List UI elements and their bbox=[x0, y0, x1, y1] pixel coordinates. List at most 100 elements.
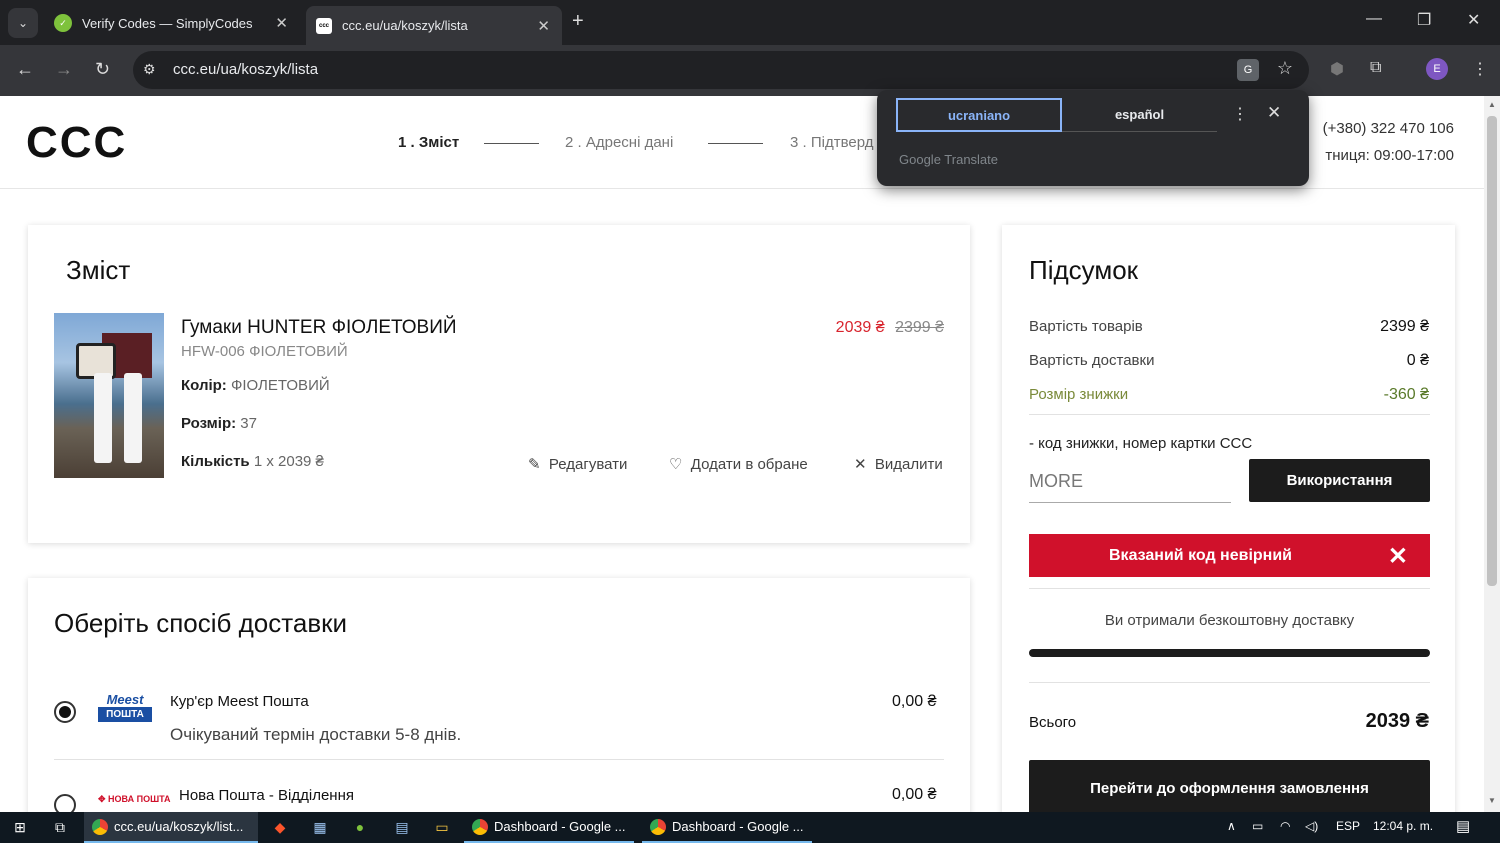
ccc-logo[interactable]: CCC bbox=[26, 118, 127, 168]
summary-row-shipping: Вартість доставки 0 ₴ bbox=[1029, 352, 1429, 369]
close-icon: ✕ bbox=[854, 456, 867, 473]
profile-avatar[interactable]: E bbox=[1426, 58, 1448, 80]
brave-icon[interactable]: ◆ bbox=[270, 817, 290, 837]
divider bbox=[54, 759, 944, 760]
windows-start-icon[interactable]: ⊞ bbox=[10, 817, 30, 837]
taskbar-app-chrome[interactable]: ccc.eu/ua/koszyk/list... bbox=[84, 812, 258, 843]
summary-heading: Підсумок bbox=[1029, 255, 1139, 285]
product-color: Колір: ФІОЛЕТОВИЙ bbox=[181, 377, 330, 394]
clock[interactable]: 12:04 p. m. bbox=[1373, 819, 1433, 833]
wifi-icon[interactable]: ◠ bbox=[1280, 819, 1290, 833]
shipping-option-name: Нова Пошта - Відділення bbox=[179, 787, 354, 804]
site-settings-icon[interactable]: ⚙ bbox=[143, 61, 156, 78]
promo-code-input[interactable] bbox=[1029, 461, 1231, 503]
address-bar[interactable]: ⚙ ccc.eu/ua/koszyk/lista G ☆ bbox=[133, 51, 1309, 89]
restore-icon[interactable]: ❐ bbox=[1417, 10, 1431, 30]
browser-tabbar: ⌄ ✓ Verify Codes — SimplyCodes ✕ ccc ccc… bbox=[0, 0, 1500, 45]
summary-total: Всього 2039 ₴ bbox=[1029, 710, 1429, 732]
battery-icon[interactable]: ▭ bbox=[1252, 819, 1263, 833]
step-divider bbox=[484, 143, 539, 144]
summary-row-discount: Розмір знижки -360 ₴ bbox=[1029, 386, 1429, 403]
shipping-card: Оберіть спосіб доставки Meest ПОШТА Кур'… bbox=[28, 578, 970, 818]
apply-promo-button[interactable]: Використання bbox=[1249, 459, 1430, 502]
simplycodes-favicon-icon: ✓ bbox=[54, 14, 72, 32]
shipping-heading: Оберіть спосіб доставки bbox=[54, 608, 348, 638]
product-name[interactable]: Гумаки HUNTER ФІОЛЕТОВИЙ bbox=[181, 317, 457, 339]
translate-popup: ucraniano español ⋮ ✕ Google Translate bbox=[877, 90, 1309, 186]
extensions-puzzle-icon[interactable]: ⧉ bbox=[1370, 59, 1381, 77]
task-view-icon[interactable]: ⧉ bbox=[50, 817, 70, 837]
page-scrollbar[interactable]: ▲ ▼ bbox=[1484, 96, 1500, 812]
product-sku: HFW-006 ФІОЛЕТОВИЙ bbox=[181, 343, 348, 360]
tab-title: Verify Codes — SimplyCodes bbox=[82, 15, 253, 31]
heart-icon: ♡ bbox=[669, 456, 683, 473]
edit-button[interactable]: ✎ Редагувати bbox=[528, 455, 627, 473]
ccc-favicon-icon: ccc bbox=[316, 17, 332, 34]
tab-search-button[interactable]: ⌄ bbox=[8, 8, 38, 38]
shipping-radio-meest[interactable] bbox=[54, 701, 76, 723]
taskbar-app-dashboard[interactable]: Dashboard - Google ... bbox=[464, 812, 634, 843]
nova-poshta-logo: ✥ НОВА ПОШТА bbox=[98, 794, 171, 804]
checkout-step-content: 1 . Зміст bbox=[398, 134, 460, 151]
chrome-icon bbox=[472, 818, 488, 835]
step-divider bbox=[708, 143, 763, 144]
source-language-tab[interactable]: ucraniano bbox=[896, 98, 1062, 132]
free-shipping-text: Ви отримали безкоштовну доставку bbox=[1104, 612, 1355, 629]
back-icon[interactable]: ← bbox=[16, 59, 34, 80]
product-image[interactable] bbox=[54, 313, 164, 478]
calculator-icon[interactable]: ▦ bbox=[310, 817, 330, 837]
target-language-tab[interactable]: español bbox=[1062, 98, 1217, 132]
checkout-step-address: 2 . Адресні дані bbox=[565, 134, 674, 151]
cart-heading: Зміст bbox=[66, 255, 131, 285]
tab-close-icon[interactable]: ✕ bbox=[537, 17, 550, 35]
forward-icon[interactable]: → bbox=[55, 59, 73, 80]
free-shipping-progress bbox=[1029, 649, 1430, 657]
browser-tab[interactable]: ✓ Verify Codes — SimplyCodes ✕ bbox=[44, 6, 300, 40]
promo-error-banner: Вказаний код невірний ✕ bbox=[1029, 534, 1430, 577]
chrome-icon bbox=[650, 818, 666, 835]
browser-tab-active[interactable]: ccc ccc.eu/ua/koszyk/lista ✕ bbox=[306, 6, 562, 45]
notifications-icon[interactable]: ▤ bbox=[1456, 817, 1470, 835]
price-current: 2039 ₴ bbox=[835, 319, 885, 336]
menu-kebab-icon[interactable]: ⋮ bbox=[1472, 59, 1488, 79]
minimize-icon[interactable]: — bbox=[1366, 10, 1382, 28]
contact-hours: тниця: 09:00-17:00 bbox=[1325, 147, 1454, 164]
extension-icon[interactable]: ⬢ bbox=[1330, 59, 1344, 79]
tab-title: ccc.eu/ua/koszyk/lista bbox=[342, 18, 468, 33]
tab-close-icon[interactable]: ✕ bbox=[275, 14, 288, 32]
reload-icon[interactable]: ↻ bbox=[95, 59, 110, 80]
summary-card: Підсумок Вартість товарів 2399 ₴ Вартість… bbox=[1002, 225, 1455, 825]
contact-phone[interactable]: (+380) 322 470 106 bbox=[1323, 120, 1454, 137]
simplycodes-icon[interactable]: ● bbox=[350, 817, 370, 837]
tray-chevron-icon[interactable]: ∧ bbox=[1227, 819, 1236, 833]
product-price: 2039 ₴ 2399 ₴ bbox=[836, 319, 944, 337]
notes-icon[interactable]: ▤ bbox=[392, 817, 412, 837]
scroll-down-icon[interactable]: ▼ bbox=[1488, 796, 1496, 805]
add-to-favorites-button[interactable]: ♡ Додати в обране bbox=[669, 455, 808, 473]
input-language[interactable]: ESP bbox=[1336, 819, 1360, 833]
scroll-up-icon[interactable]: ▲ bbox=[1488, 100, 1496, 109]
cart-content-card: Зміст Гумаки HUNTER ФІОЛЕТОВИЙ HFW-006 Ф… bbox=[28, 225, 970, 543]
promo-label: - код знижки, номер картки CCC bbox=[1029, 435, 1253, 452]
volume-icon[interactable]: ◁) bbox=[1305, 819, 1318, 833]
translate-close-icon[interactable]: ✕ bbox=[1267, 103, 1281, 123]
new-tab-button[interactable]: + bbox=[572, 10, 584, 33]
url-text[interactable]: ccc.eu/ua/koszyk/lista bbox=[173, 61, 318, 78]
shipping-option-price: 0,00 ₴ bbox=[892, 693, 937, 710]
meest-logo: Meest ПОШТА bbox=[98, 692, 152, 730]
scrollbar-thumb[interactable] bbox=[1487, 116, 1497, 586]
window-close-icon[interactable]: ✕ bbox=[1467, 10, 1480, 30]
translate-icon[interactable]: G bbox=[1237, 59, 1259, 81]
product-size: Розмір: 37 bbox=[181, 415, 257, 432]
taskbar-app-dashboard[interactable]: Dashboard - Google ... bbox=[642, 812, 812, 843]
translate-options-icon[interactable]: ⋮ bbox=[1232, 104, 1248, 124]
bookmark-star-icon[interactable]: ☆ bbox=[1277, 58, 1293, 79]
checkout-button[interactable]: Перейти до оформлення замовлення bbox=[1029, 760, 1430, 816]
shipping-option-eta: Очікуваний термін доставки 5-8 днів. bbox=[170, 725, 462, 744]
close-error-icon[interactable]: ✕ bbox=[1388, 542, 1408, 571]
remove-button[interactable]: ✕ Видалити bbox=[854, 455, 943, 473]
file-explorer-icon[interactable]: ▭ bbox=[432, 817, 452, 837]
price-old: 2399 ₴ bbox=[895, 319, 944, 336]
product-quantity: Кількість 1 x 2039 ₴ bbox=[181, 453, 324, 470]
browser-toolbar: ← → ↻ ⚙ ccc.eu/ua/koszyk/lista G ☆ ⬢ ⧉ E… bbox=[0, 45, 1500, 96]
